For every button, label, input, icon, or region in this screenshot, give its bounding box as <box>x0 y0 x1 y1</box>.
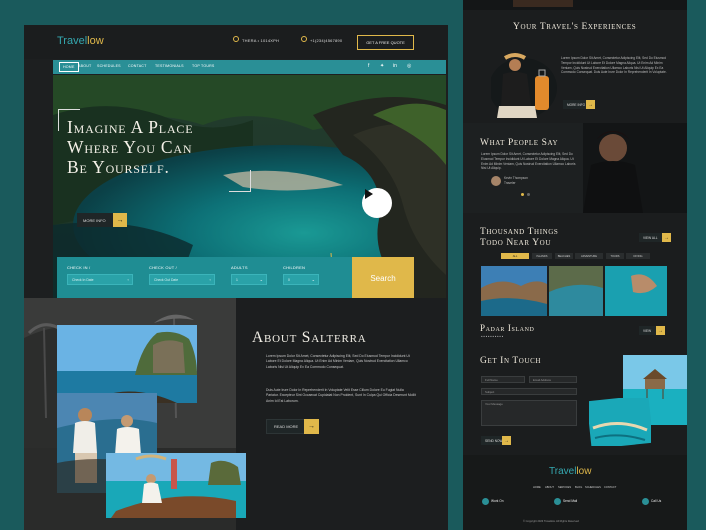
landing-page-mockup: Travellow THERA • 1014XPH +1(234)4567890… <box>24 25 448 530</box>
arrow-right-icon: → <box>656 326 665 335</box>
island-view-button[interactable]: VIEW → <box>639 326 665 335</box>
hero-title: Imagine A Place Where You Can Be Yoursel… <box>67 117 194 177</box>
nav-item-home[interactable]: HOME <box>59 62 79 72</box>
boat-cliff-photo <box>57 325 197 403</box>
checkin-field: CHECK IN / Check In Date ▫ <box>67 265 133 285</box>
mail-icon <box>554 498 561 505</box>
top-image-strip <box>513 0 573 7</box>
instagram-icon[interactable]: ◎ <box>407 63 411 69</box>
testimonial-quote: Lorem Ipsum Dolor Sit Amet, Consectetur … <box>481 152 576 171</box>
subject-input[interactable]: Subject <box>481 388 577 395</box>
twitter-icon[interactable]: ✦ <box>380 63 384 69</box>
more-info-button[interactable]: MORE INFO → <box>77 213 127 227</box>
contact-title: Get In Touch <box>480 356 542 366</box>
facebook-icon[interactable]: f <box>368 63 369 69</box>
things-view-all-button[interactable]: VIEW ALL → <box>639 233 671 242</box>
island-name: Padar Island <box>480 323 535 333</box>
children-select[interactable]: 0 ⌄ <box>283 274 319 285</box>
footer-link-contact[interactable]: CONTACT <box>604 486 616 489</box>
nav-item-about[interactable]: ABOUT <box>78 64 91 68</box>
about-title: About Salterra <box>252 329 367 346</box>
destinations-gallery <box>481 266 667 316</box>
arrow-right-icon: → <box>662 233 671 242</box>
experiences-title: Your Travel's Experiences <box>513 22 637 32</box>
filter-chip-diving[interactable]: DIVING <box>626 253 650 259</box>
free-quote-button[interactable]: GET A FREE QUOTE <box>357 35 414 50</box>
chevron-down-icon: ⌄ <box>311 277 315 282</box>
email-input[interactable]: Email Address <box>529 376 577 383</box>
top-bar: Travellow THERA • 1014XPH +1(234)4567890… <box>24 25 448 59</box>
filter-chip-islands[interactable]: ISLANDS <box>532 253 552 259</box>
nav-item-schedules[interactable]: SCHEDULES <box>97 64 121 68</box>
island-meta: ● ● ● ● ● ● ● ● ● ● <box>481 335 504 338</box>
filter-chip-tours[interactable]: TOURS <box>606 253 624 259</box>
adults-field: ADULTS 1 ⌄ <box>231 265 267 285</box>
footer-logo[interactable]: Travellow <box>549 466 591 477</box>
message-textarea[interactable]: Your Message <box>481 400 577 426</box>
experiences-text: Lorem Ipsum Dolor Sit Amet, Consectetur … <box>561 56 667 75</box>
play-icon <box>365 189 373 199</box>
arrow-right-icon: → <box>113 213 127 227</box>
about-paragraph-1: Lorem Ipsum Dolor Sit Amet, Consectetur … <box>266 354 410 369</box>
adults-select[interactable]: 1 ⌄ <box>231 274 267 285</box>
footer-link-schedules[interactable]: SCHEDULES <box>585 486 601 489</box>
traveler-with-suitcase-photo <box>491 53 557 118</box>
title-bracket-bottom <box>229 170 251 192</box>
search-button[interactable]: Search <box>352 257 414 299</box>
footer-call-us: Call Us <box>642 498 661 505</box>
filter-chip-adventure[interactable]: ADVENTURE <box>575 253 603 259</box>
play-video-button[interactable] <box>362 188 392 218</box>
phone-icon <box>301 36 307 42</box>
checkout-field: CHECK OUT / Check Out Date ▫ <box>149 265 215 285</box>
arrow-right-icon: → <box>304 419 319 434</box>
man-portrait-photo <box>583 123 687 213</box>
calendar-icon: ▫ <box>127 277 129 282</box>
booking-search-bar: CHECK IN / Check In Date ▫ CHECK OUT / Ch… <box>57 257 353 299</box>
location-info: THERA • 1014XPH <box>233 36 279 43</box>
things-title: Thousand Things Todo Near You <box>480 227 559 248</box>
experiences-more-button[interactable]: MORE INFO → <box>563 100 595 109</box>
footer-send-mail: Send Mail <box>554 498 577 505</box>
chevron-down-icon: ⌄ <box>259 277 263 282</box>
footer-link-services[interactable]: SERVICES <box>558 486 571 489</box>
footer-link-home[interactable]: HOME <box>533 486 541 489</box>
nav-item-contact[interactable]: CONTACT <box>128 64 147 68</box>
copyright: © Copyright 2023 Travellow. All Rights R… <box>523 520 579 523</box>
name-input[interactable]: Full Name <box>481 376 525 383</box>
logo[interactable]: Travellow <box>57 35 104 47</box>
reviewer-role: Traveler <box>504 181 516 185</box>
woman-longtail-boat-photo <box>106 453 246 518</box>
calendar-icon: ▫ <box>209 277 211 282</box>
clock-icon <box>482 498 489 505</box>
inner-pages-mockup: Your Travel's Experiences Lorem Ipsum Do… <box>463 0 687 530</box>
children-field: CHILDREN 0 ⌄ <box>283 265 319 285</box>
checkin-input[interactable]: Check In Date ▫ <box>67 274 133 285</box>
footer-link-blog[interactable]: BLOG <box>575 486 582 489</box>
carousel-dot[interactable] <box>527 193 530 196</box>
phone-icon <box>642 498 649 505</box>
carousel-dot-active[interactable] <box>521 193 524 196</box>
filter-chip-beaches[interactable]: BEACHES <box>555 253 573 259</box>
main-nav: HOME ABOUT SCHEDULES CONTACT TESTIMONIAL… <box>53 60 446 74</box>
checkout-input[interactable]: Check Out Date ▫ <box>149 274 215 285</box>
beach-hammock-photo <box>589 398 651 446</box>
testimonials-title: What People Say <box>480 138 559 148</box>
send-button[interactable]: SEND NOW → <box>481 436 511 445</box>
top-strip <box>463 0 687 10</box>
reviewer-avatar <box>491 176 501 186</box>
read-more-button[interactable]: READ MORE → <box>266 419 319 434</box>
linkedin-icon[interactable]: in <box>393 63 397 69</box>
nav-item-testimonials[interactable]: TESTIMONIALS <box>155 64 184 68</box>
about-paragraph-2: Duis Aute Irure Dolor In Reprehenderit I… <box>266 388 416 403</box>
footer-link-about[interactable]: ABOUT <box>545 486 554 489</box>
location-icon <box>233 36 239 42</box>
filter-chip-all[interactable]: ALL <box>501 253 529 259</box>
arrow-right-icon: → <box>586 100 595 109</box>
nav-item-top-tours[interactable]: TOP TOURS <box>192 64 215 68</box>
phone-info: +1(234)4567890 <box>301 36 342 43</box>
footer-work-on: Work On <box>482 498 504 505</box>
about-section: About Salterra Lorem Ipsum Dolor Sit Ame… <box>24 298 448 530</box>
arrow-right-icon: → <box>502 436 511 445</box>
